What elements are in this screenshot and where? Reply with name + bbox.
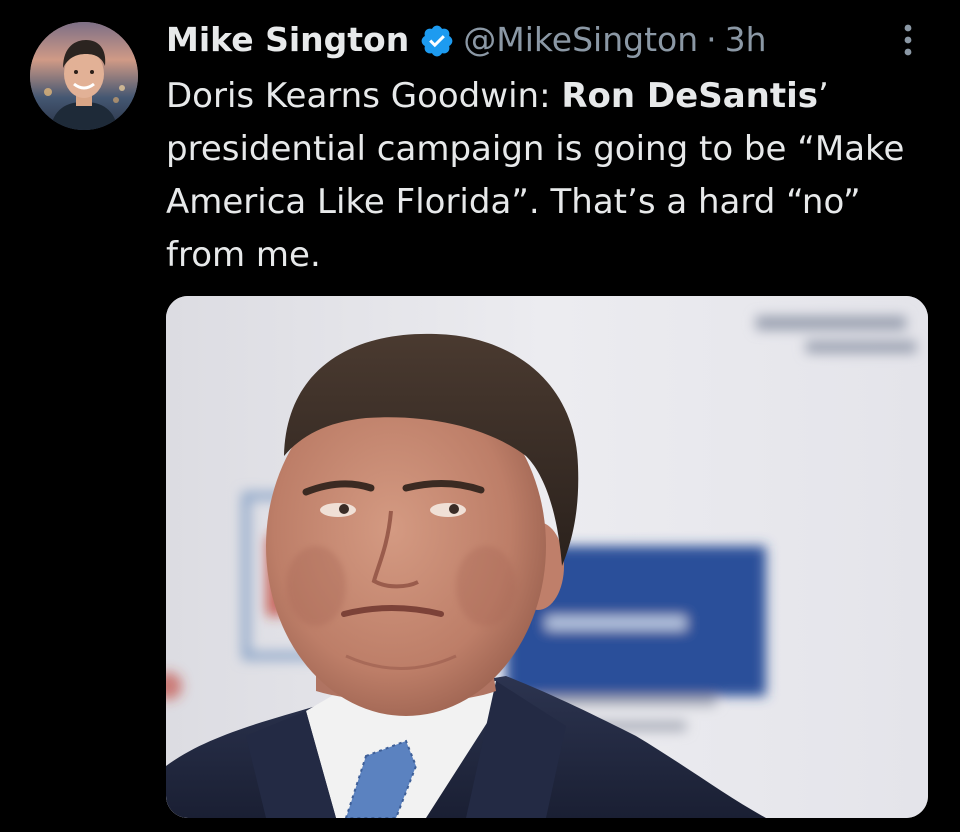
tweet-text: Doris Kearns Goodwin: Ron DeSantis’ pres… xyxy=(166,70,906,282)
tweet-header: Mike Sington @MikeSington · 3h xyxy=(166,14,767,66)
author-avatar[interactable] xyxy=(30,22,138,130)
avatar-image xyxy=(30,22,138,130)
verified-badge-icon xyxy=(419,22,455,58)
tweet-media-photo[interactable] xyxy=(166,296,928,818)
tweet-text-part1: Doris Kearns Goodwin: xyxy=(166,76,562,116)
press-photo xyxy=(166,296,928,818)
more-options-button[interactable] xyxy=(888,18,928,62)
tweet-text-bold[interactable]: Ron DeSantis xyxy=(561,76,818,116)
vertical-ellipsis-icon xyxy=(904,24,912,56)
author-handle[interactable]: @MikeSington xyxy=(463,14,698,66)
tweet-timestamp[interactable]: 3h xyxy=(725,14,767,66)
author-display-name[interactable]: Mike Sington xyxy=(166,14,409,66)
tweet[interactable]: Mike Sington @MikeSington · 3h Doris Kea… xyxy=(0,0,960,832)
header-separator: · xyxy=(706,20,717,59)
